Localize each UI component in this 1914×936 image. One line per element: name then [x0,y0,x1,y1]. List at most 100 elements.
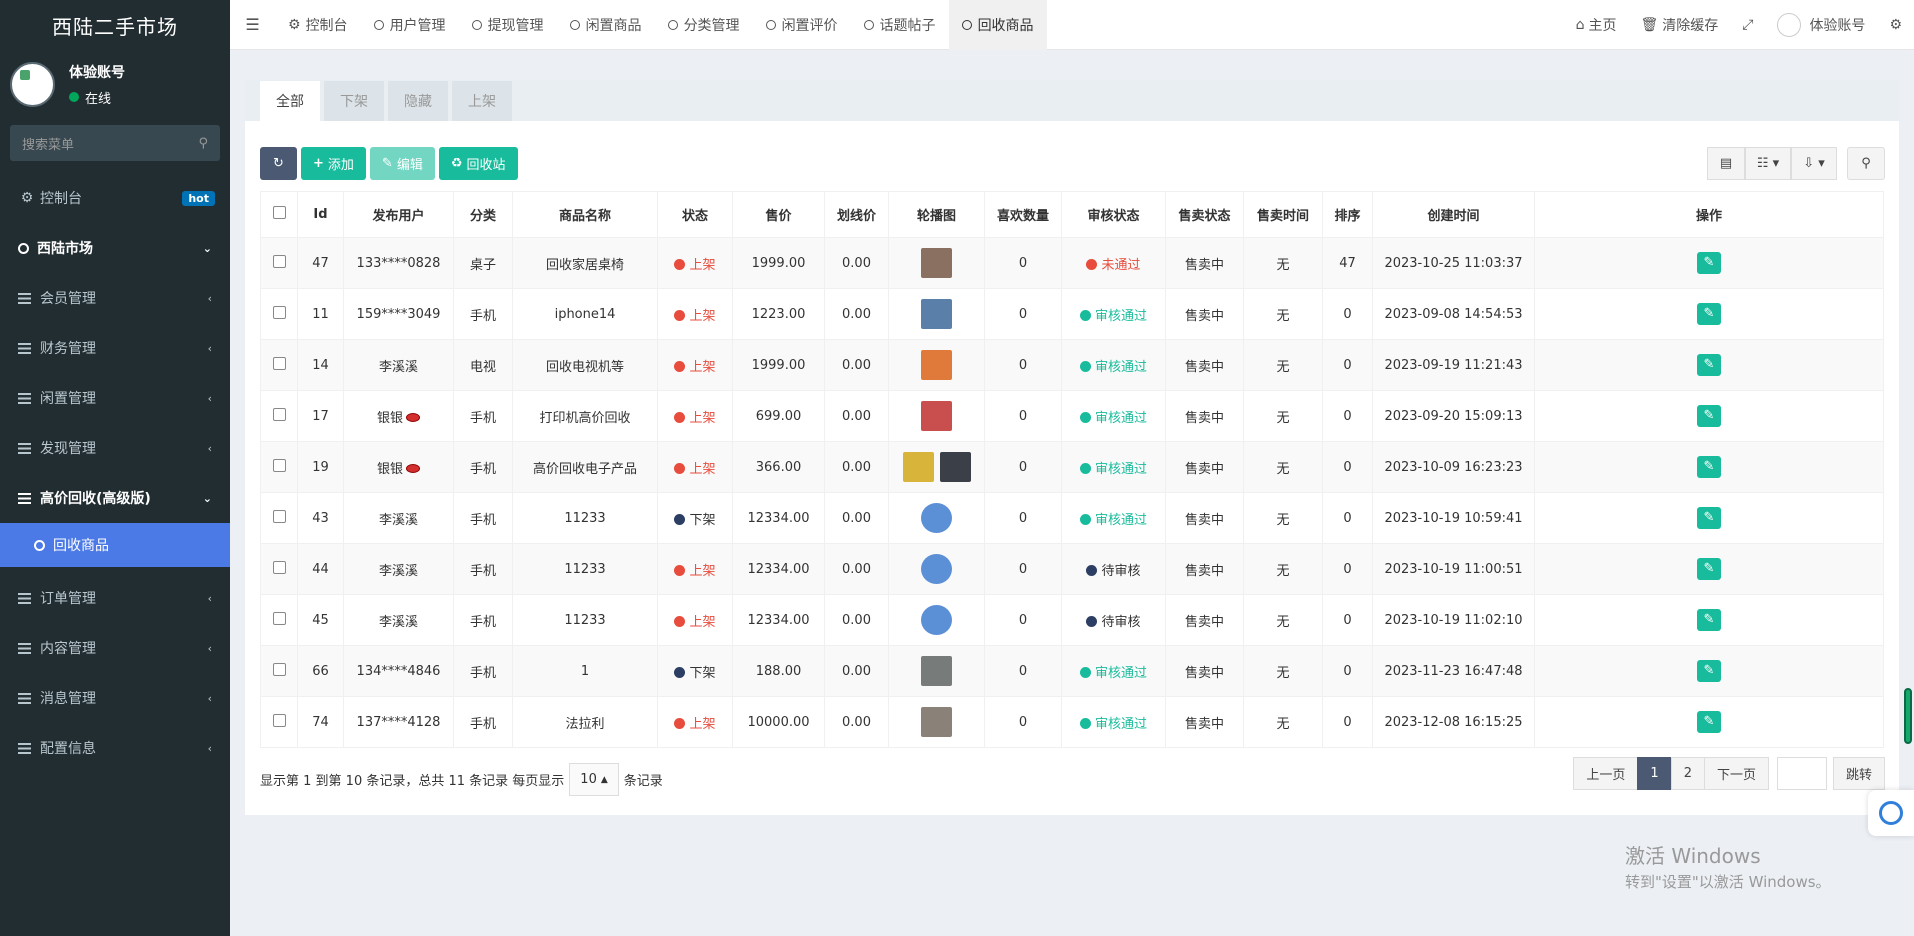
col-user[interactable]: 发布用户 [343,191,454,238]
sidebar-item-content[interactable]: 内容管理 ‹ [0,623,230,673]
row-edit-button[interactable]: ✎ [1697,354,1721,376]
row-edit-button[interactable]: ✎ [1697,303,1721,325]
sidebar-item-discover[interactable]: 发现管理 ‹ [0,423,230,473]
tab-withdraw[interactable]: 提现管理 [459,0,557,50]
tab-online[interactable]: 上架 [452,81,512,121]
table-row[interactable]: 74 137****4128 手机 法拉利 上架 10000.00 0.00 0 审核通过 售卖中… [260,696,1884,748]
tab-hidden[interactable]: 隐藏 [388,81,448,121]
col-sale-time[interactable]: 售卖时间 [1243,191,1323,238]
sidebar-item-idle[interactable]: 闲置管理 ‹ [0,373,230,423]
row-edit-button[interactable]: ✎ [1697,507,1721,529]
col-price[interactable]: 售价 [732,191,825,238]
menu-search-input[interactable]: 搜索菜单 ⚲ [10,125,220,161]
row-edit-button[interactable]: ✎ [1697,252,1721,274]
sidebar-item-config[interactable]: 配置信息 ‹ [0,723,230,773]
row-edit-button[interactable]: ✎ [1697,558,1721,580]
col-status[interactable]: 状态 [657,191,733,238]
row-checkbox[interactable] [272,458,286,472]
row-checkbox[interactable] [272,560,286,574]
edit-button[interactable]: ✎ 编辑 [369,147,435,180]
sidebar-item-recycle-pro[interactable]: 高价回收(高级版) ⌄ [0,473,230,523]
col-carousel[interactable]: 轮播图 [888,191,985,238]
row-checkbox[interactable] [272,611,286,625]
col-category[interactable]: 分类 [453,191,513,238]
tab-idle-review[interactable]: 闲置评价 [753,0,851,50]
carousel-thumbnail[interactable] [921,656,952,686]
carousel-thumbnail[interactable] [939,452,971,482]
sidebar-item-market[interactable]: 西陆市场 ⌄ [0,223,230,273]
sidebar-item-recycle-goods[interactable]: 回收商品 [0,523,230,567]
table-row[interactable]: 45 李溪溪 手机 11233 上架 12334.00 0.00 0 待审核 售卖中无 0 2023-… [260,594,1884,646]
table-row[interactable]: 47 133****0828 桌子 回收家居桌椅 上架 1999.00 0.00 0 未通过 售卖… [260,237,1884,289]
table-row[interactable]: 44 李溪溪 手机 11233 上架 12334.00 0.00 0 待审核 售卖中无 0 2023-… [260,543,1884,595]
table-row[interactable]: 14 李溪溪 电视 回收电视机等 上架 1999.00 0.00 0 审核通过 售卖中无 0 2023… [260,339,1884,391]
row-checkbox[interactable] [272,407,286,421]
scrollbar[interactable] [1904,688,1912,744]
carousel-thumbnail[interactable] [921,707,952,737]
tab-idle-goods[interactable]: 闲置商品 [557,0,655,50]
recycle-bin-button[interactable]: ♻ 回收站 [438,147,518,180]
row-edit-button[interactable]: ✎ [1697,609,1721,631]
row-checkbox[interactable] [272,713,286,727]
floating-assistant-button[interactable] [1868,790,1914,836]
home-link[interactable]: ⌂ 主页 [1564,15,1629,35]
menu-toggle-icon[interactable]: ☰ [230,0,275,50]
col-name[interactable]: 商品名称 [512,191,658,238]
sidebar-item-orders[interactable]: 订单管理 ‹ [0,573,230,623]
col-sort[interactable]: 排序 [1322,191,1373,238]
row-edit-button[interactable]: ✎ [1697,405,1721,427]
toggle-view-icon[interactable]: ▤ [1707,147,1745,180]
refresh-button[interactable]: ↻ [260,147,297,180]
carousel-thumbnail[interactable] [921,503,952,533]
tab-category[interactable]: 分类管理 [655,0,753,50]
col-audit[interactable]: 审核状态 [1061,191,1166,238]
sidebar-item-dashboard[interactable]: ⚙ 控制台 hot [0,173,230,223]
search-icon[interactable]: ⚲ [1847,147,1885,180]
jump-page-input[interactable] [1776,757,1827,790]
carousel-thumbnail[interactable] [921,299,952,329]
tab-dashboard[interactable]: ⚙ 控制台 [275,0,361,50]
carousel-thumbnail[interactable] [902,452,934,482]
row-checkbox[interactable] [272,662,286,676]
clear-cache-button[interactable]: 🗑 清除缓存 [1628,15,1730,35]
table-row[interactable]: 11 159****3049 手机 iphone14 上架 1223.00 0.00 0 审核通… [260,288,1884,340]
brand-title[interactable]: 西陆二手市场 [0,0,230,50]
tab-topics[interactable]: 话题帖子 [851,0,949,50]
carousel-thumbnail[interactable] [921,554,952,584]
tab-all[interactable]: 全部 [260,81,320,121]
col-likes[interactable]: 喜欢数量 [984,191,1062,238]
sidebar-item-members[interactable]: 会员管理 ‹ [0,273,230,323]
prev-page-button[interactable]: 上一页 [1573,757,1639,790]
export-dropdown-icon[interactable]: ⇩ ▾ [1791,147,1837,180]
carousel-thumbnail[interactable] [921,350,952,380]
page-button-1[interactable]: 1 [1637,757,1672,790]
col-orig-price[interactable]: 划线价 [824,191,889,238]
columns-dropdown-icon[interactable]: ☷ ▾ [1745,147,1791,180]
row-checkbox[interactable] [272,305,286,319]
table-row[interactable]: 66 134****4846 手机 1 下架 188.00 0.00 0 审核通过 售卖中无 0 20… [260,645,1884,697]
row-edit-button[interactable]: ✎ [1697,660,1721,682]
tab-recycle-goods[interactable]: 回收商品 [948,0,1047,50]
tab-users[interactable]: 用户管理 [361,0,459,50]
row-edit-button[interactable]: ✎ [1697,711,1721,733]
sidebar-item-messages[interactable]: 消息管理 ‹ [0,673,230,723]
col-sale-status[interactable]: 售卖状态 [1165,191,1244,238]
page-button-2[interactable]: 2 [1670,757,1705,790]
table-row[interactable]: 19 银银 手机 高价回收电子产品 上架 366.00 0.00 0 审核通过 售卖中无 0 2023… [260,441,1884,493]
jump-button[interactable]: 跳转 [1832,757,1885,790]
next-page-button[interactable]: 下一页 [1703,757,1769,790]
carousel-thumbnail[interactable] [921,401,952,431]
tab-offline[interactable]: 下架 [324,81,384,121]
carousel-thumbnail[interactable] [921,248,952,278]
table-row[interactable]: 43 李溪溪 手机 11233 下架 12334.00 0.00 0 审核通过 售卖中无 0 2023… [260,492,1884,544]
carousel-thumbnail[interactable] [921,605,952,635]
col-created[interactable]: 创建时间 [1372,191,1535,238]
page-size-select[interactable]: 10 ▲ [569,763,619,796]
col-id[interactable]: Id [297,191,344,238]
select-all-checkbox[interactable] [272,206,286,219]
add-button[interactable]: + 添加 [301,147,366,180]
table-row[interactable]: 17 银银 手机 打印机高价回收 上架 699.00 0.00 0 审核通过 售卖中无 0 2023-… [260,390,1884,442]
account-menu[interactable]: 体验账号 [1765,12,1877,37]
fullscreen-icon[interactable]: ⤢ [1730,17,1765,33]
sidebar-item-finance[interactable]: 财务管理 ‹ [0,323,230,373]
